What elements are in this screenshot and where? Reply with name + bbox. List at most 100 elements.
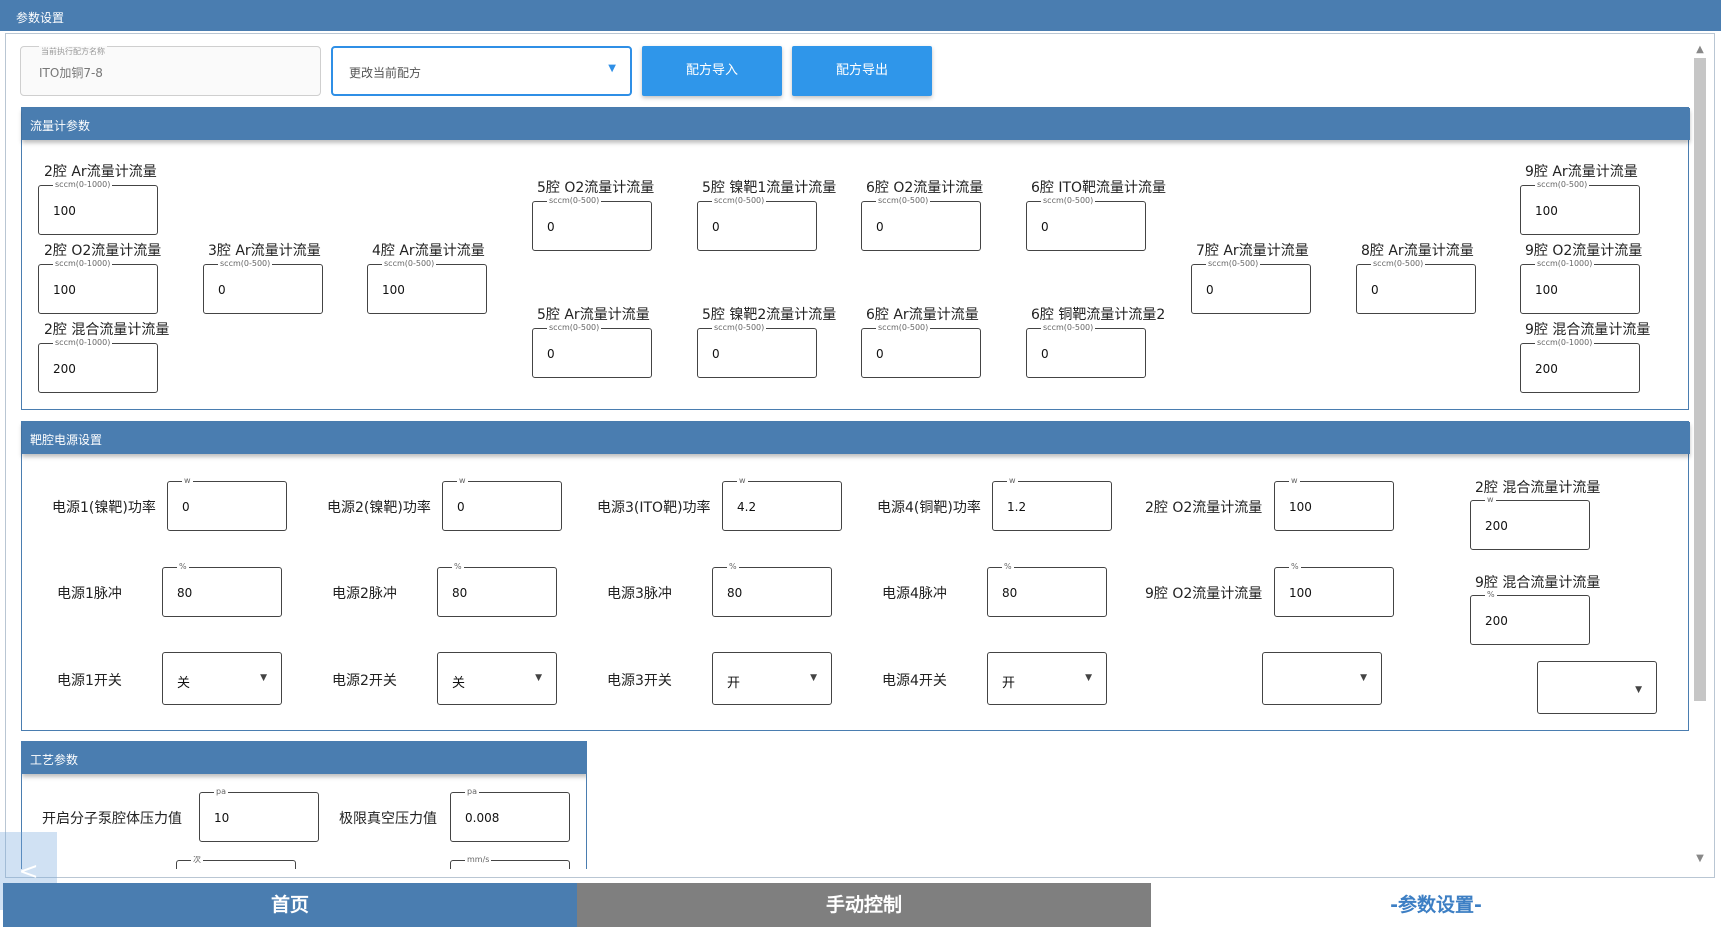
unit-label: sccm(0-500) — [1206, 259, 1261, 269]
unit-label: sccm(0-500) — [876, 196, 931, 206]
unit-label: % — [1002, 562, 1014, 572]
flow-input[interactable]: sccm(0-500) 0 — [697, 323, 817, 378]
input-value: 100 — [382, 283, 405, 297]
flow-input[interactable]: sccm(0-500) 0 — [1026, 196, 1146, 251]
pulse-input[interactable]: % 80 — [437, 562, 557, 617]
power-input[interactable]: w0 — [167, 476, 287, 531]
unit-label: w — [457, 476, 468, 486]
flow-input[interactable]: sccm(0-500) 100 — [367, 259, 487, 314]
field-label: 6腔 Ar流量计流量 — [866, 307, 979, 323]
unit-label: % — [1289, 562, 1301, 572]
flow-input[interactable]: sccm(0-500) 0 — [861, 323, 981, 378]
power-switch-select[interactable]: 开 ▼ — [987, 652, 1107, 705]
empty-switch-select[interactable]: ▼ — [1537, 661, 1657, 714]
power-input[interactable]: w 1.2 — [992, 476, 1112, 531]
dropdown-arrow-icon: ▼ — [535, 673, 542, 683]
power-switch-select[interactable]: 关 ▼ — [162, 652, 282, 705]
unit-label: w — [1485, 495, 1496, 505]
input-value: 200 — [1485, 519, 1508, 533]
scroll-down-arrow-icon[interactable]: ▼ — [1693, 852, 1707, 866]
recipe-import-button[interactable]: 配方导入 — [642, 46, 782, 96]
unit-label: pa — [465, 787, 479, 797]
select-value: 开 — [1002, 676, 1016, 691]
field-label: 5腔 镍靶1流量计流量 — [702, 180, 837, 196]
field-label: 开启分子泵腔体压力值 — [42, 811, 182, 827]
unit-label: sccm(0-1000) — [53, 259, 113, 269]
field-label: 电源3(ITO靶)功率 — [597, 500, 711, 516]
field-label: 4腔 Ar流量计流量 — [372, 243, 485, 259]
field-label: 电源4开关 — [882, 673, 947, 689]
input-value: 100 — [1535, 283, 1558, 297]
input-value: 0 — [876, 220, 884, 234]
power-input[interactable]: w 200 — [1470, 495, 1590, 550]
unit-label: sccm(0-500) — [1371, 259, 1426, 269]
flow-input[interactable]: sccm(0-1000) 100 — [38, 259, 158, 314]
unit-label: sccm(0-500) — [382, 259, 437, 269]
input-value: 80 — [452, 586, 468, 600]
flow-meter-panel-title: 流量计参数 — [22, 108, 1690, 140]
scrollbar-thumb[interactable] — [1694, 58, 1706, 701]
power-switch-select[interactable]: 关 ▼ — [437, 652, 557, 705]
field-label: 电源4脉冲 — [882, 586, 947, 602]
select-value: 关 — [177, 676, 191, 691]
recipe-export-button[interactable]: 配方导出 — [792, 46, 932, 96]
pulse-input[interactable]: % 200 — [1470, 590, 1590, 645]
flow-input[interactable]: sccm(0-500) 0 — [697, 196, 817, 251]
flow-input[interactable]: sccm(0-500) 0 — [203, 259, 323, 314]
pulse-input[interactable]: % 80 — [162, 562, 282, 617]
flow-input[interactable]: sccm(0-1000) 200 — [38, 338, 158, 393]
unit-label: sccm(0-500) — [876, 323, 931, 333]
flow-input[interactable]: sccm(0-500) 100 — [1520, 180, 1640, 235]
flow-input[interactable]: sccm(0-500) 0 — [1356, 259, 1476, 314]
process-input[interactable]: mm/s — [450, 856, 570, 869]
input-value: 200 — [53, 362, 76, 376]
unit-label: % — [177, 562, 189, 572]
flow-input[interactable]: sccm(0-1000) 100 — [1520, 259, 1640, 314]
field-label: 电源4(铜靶)功率 — [877, 500, 981, 516]
power-switch-select[interactable]: 开 ▼ — [712, 652, 832, 705]
input-value: 0 — [1371, 283, 1379, 297]
flow-input[interactable]: sccm(0-500) 0 — [1191, 259, 1311, 314]
field-label: 电源1脉冲 — [57, 586, 122, 602]
nav-manual-control-tab[interactable]: 手动控制 — [577, 883, 1151, 927]
input-value: 0 — [1206, 283, 1214, 297]
field-label: 9腔 混合流量计流量 — [1525, 322, 1651, 338]
nav-parameter-settings-tab[interactable]: -参数设置- — [1151, 883, 1721, 927]
pulse-input[interactable]: % 80 — [712, 562, 832, 617]
change-recipe-select[interactable]: 更改当前配方 ▼ — [331, 46, 632, 96]
pulse-input[interactable]: % 80 — [987, 562, 1107, 617]
field-label: 电源2开关 — [332, 673, 397, 689]
unit-label: sccm(0-1000) — [53, 180, 113, 190]
power-input[interactable]: w0 — [442, 476, 562, 531]
field-label: 9腔 Ar流量计流量 — [1525, 164, 1638, 180]
flow-input[interactable]: sccm(0-500) 0 — [532, 323, 652, 378]
field-label: 6腔 铜靶流量计流量2 — [1031, 307, 1166, 323]
empty-switch-select[interactable]: ▼ — [1262, 652, 1382, 705]
input-value: 0.008 — [465, 811, 500, 825]
unit-label: mm/s — [465, 856, 492, 865]
dropdown-arrow-icon: ▼ — [260, 673, 267, 683]
current-recipe-field: 当前执行配方名称 ITO加铜7-8 — [20, 46, 321, 96]
input-value: 200 — [1535, 362, 1558, 376]
nav-home-tab[interactable]: 首页 — [3, 883, 577, 927]
window-title: 参数设置 — [0, 0, 1721, 31]
field-label: 2腔 混合流量计流量 — [44, 322, 170, 338]
flow-input[interactable]: sccm(0-1000) 100 — [38, 180, 158, 235]
power-input[interactable]: w 100 — [1274, 476, 1394, 531]
process-input[interactable]: 次 — [176, 856, 296, 869]
scroll-up-arrow-icon[interactable]: ▲ — [1693, 43, 1707, 57]
input-value: 1.2 — [1007, 500, 1027, 514]
flow-input[interactable]: sccm(0-1000) 200 — [1520, 338, 1640, 393]
process-input[interactable]: pa 10 — [199, 787, 319, 842]
flow-input[interactable]: sccm(0-500) 0 — [532, 196, 652, 251]
unit-label: % — [1485, 590, 1497, 600]
process-input[interactable]: pa 0.008 — [450, 787, 570, 842]
unit-label: sccm(0-500) — [1041, 323, 1096, 333]
pulse-input[interactable]: % 100 — [1274, 562, 1394, 617]
flow-input[interactable]: sccm(0-500) 0 — [1026, 323, 1146, 378]
flow-input[interactable]: sccm(0-500) 0 — [861, 196, 981, 251]
power-input[interactable]: w 4.2 — [722, 476, 842, 531]
field-label: 电源3脉冲 — [607, 586, 672, 602]
unit-label: w — [182, 476, 193, 486]
input-value: 0 — [547, 220, 555, 234]
